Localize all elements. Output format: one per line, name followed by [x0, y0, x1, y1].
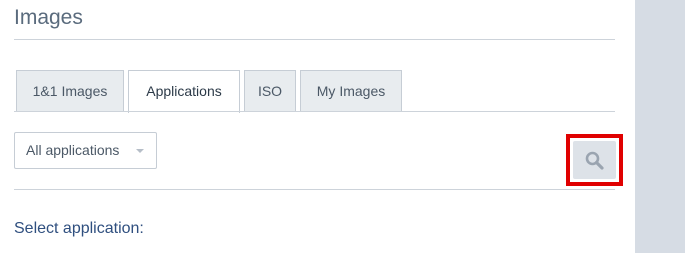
search-button-highlight [566, 134, 623, 186]
search-icon [585, 151, 604, 170]
tab-1and1-images[interactable]: 1&1 Images [16, 70, 124, 112]
images-panel: Images 1&1 Images Applications ISO My Im… [0, 0, 635, 253]
tab-applications[interactable]: Applications [128, 70, 240, 113]
application-filter-dropdown[interactable]: All applications [14, 132, 157, 169]
filter-divider [14, 189, 615, 190]
dropdown-value: All applications [26, 142, 120, 158]
tabs-divider [14, 111, 615, 112]
tab-iso[interactable]: ISO [244, 70, 296, 112]
select-application-label: Select application: [14, 220, 144, 237]
chevron-down-icon [136, 149, 144, 153]
search-button[interactable] [573, 141, 616, 179]
tab-my-images[interactable]: My Images [300, 70, 402, 112]
title-divider [14, 39, 615, 40]
page-title: Images [14, 6, 83, 29]
side-panel [635, 0, 685, 253]
